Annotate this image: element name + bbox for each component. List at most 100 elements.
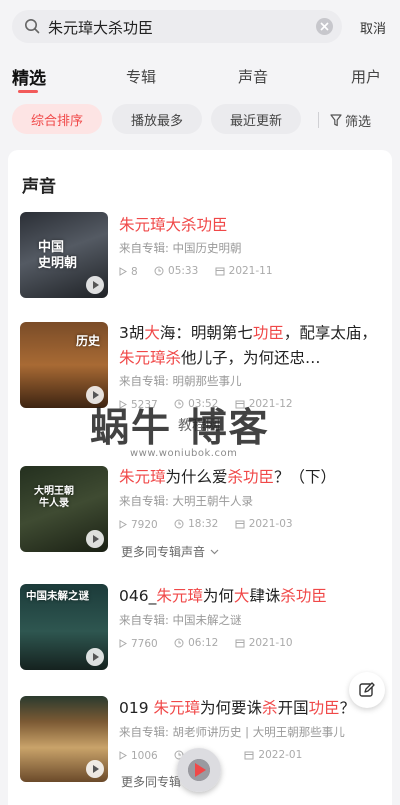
cover-text: 中国 史明朝 <box>38 240 78 271</box>
release-date: 2021-10 <box>235 637 293 649</box>
result-tabs: 精选 专辑 声音 用户 <box>0 56 400 96</box>
cover-text: 历史 <box>76 334 101 348</box>
cover-image: 中国未解之谜 <box>20 584 108 670</box>
cover-image: 中国 史明朝 <box>20 212 108 298</box>
title-highlight: 杀 <box>262 699 278 717</box>
clock-icon <box>174 399 184 409</box>
tab-albums[interactable]: 专辑 <box>126 66 156 87</box>
duration: 03:52 <box>174 398 218 410</box>
list-item[interactable]: 中国未解之谜 046_朱元璋为何大肆诛杀功臣 来自专辑: 中国未解之谜 7760… <box>8 584 392 674</box>
track-stats: 5237 03:52 2021-12 <box>119 398 306 412</box>
title-text: 046_ <box>119 587 157 605</box>
play-count: 7920 <box>119 519 158 531</box>
title-text: 他儿子，为何还忠… <box>181 349 321 367</box>
duration: 05:33 <box>154 265 198 277</box>
list-item[interactable]: 中国 史明朝 朱元璋大杀功臣 来自专辑: 中国历史明朝 8 05:33 2021… <box>8 212 392 304</box>
calendar-icon <box>215 267 225 276</box>
title-text: 为什么爱 <box>165 468 228 486</box>
list-item[interactable]: 历史 3胡大海：明朝第七功臣，配享太庙， 朱元璋杀他儿子，为何还忠… 来自专辑: … <box>8 322 392 420</box>
player-icon[interactable] <box>177 748 221 792</box>
title-highlight: 功臣 <box>308 699 340 717</box>
clear-icon[interactable] <box>316 18 333 35</box>
play-icon[interactable] <box>86 386 104 404</box>
cover-text: 中国未解之谜 <box>26 590 89 602</box>
clock-icon <box>154 266 164 276</box>
play-count: 7760 <box>119 638 158 650</box>
more-from-album-link[interactable]: 更多同专辑 <box>121 773 181 790</box>
album-source: 来自专辑: 大明王朝牛人录 <box>119 494 254 508</box>
release-date: 2022-01 <box>244 749 302 761</box>
album-source: 来自专辑: 中国历史明朝 <box>119 241 242 255</box>
play-count: 1006 <box>119 750 158 762</box>
play-count: 8 <box>119 266 138 278</box>
clock-icon <box>174 638 184 648</box>
play-icon[interactable] <box>86 530 104 548</box>
search-input[interactable]: 朱元璋大杀功臣 <box>12 10 342 43</box>
title-text: ，配享太庙， <box>283 324 377 342</box>
tab-sounds[interactable]: 声音 <box>238 66 268 87</box>
album-source: 来自专辑: 明朝那些事儿 <box>119 374 242 388</box>
track-title: 019 朱元璋为何要诛杀开国功臣？ <box>119 696 381 721</box>
cover-image <box>20 696 108 782</box>
title-text: 为何 <box>202 587 234 605</box>
title-highlight: 朱元璋 <box>119 349 166 367</box>
chevron-down-icon <box>210 549 219 554</box>
list-item[interactable]: 大明王朝 牛人录 朱元璋为什么爱杀功臣？（下） 来自专辑: 大明王朝牛人录 79… <box>8 466 392 586</box>
title-text: 海：明朝第七 <box>159 324 253 342</box>
search-bar: 朱元璋大杀功臣 取消 <box>0 0 400 54</box>
play-icon[interactable] <box>86 276 104 294</box>
play-count-icon <box>119 639 127 648</box>
search-query: 朱元璋大杀功臣 <box>48 19 154 37</box>
clock-icon <box>174 519 184 529</box>
filter-icon <box>330 114 342 127</box>
title-highlight: 朱元璋 <box>153 699 201 717</box>
title-highlight: 大 <box>144 324 160 342</box>
track-title: 3胡大海：明朝第七功臣，配享太庙， 朱元璋杀他儿子，为何还忠… <box>119 321 381 371</box>
duration: 06:12 <box>174 637 218 649</box>
cover-image: 历史 <box>20 322 108 408</box>
calendar-icon <box>235 520 245 529</box>
section-title: 声音 <box>22 177 56 197</box>
title-highlight: 朱元璋 <box>156 587 203 605</box>
calendar-icon <box>244 751 254 760</box>
cover-text: 大明王朝 牛人录 <box>34 486 74 509</box>
title-highlight: 大 <box>233 587 250 605</box>
sort-chip-latest[interactable]: 最近更新 <box>211 104 301 134</box>
tab-users[interactable]: 用户 <box>351 66 381 87</box>
divider <box>318 112 319 128</box>
title-highlight: 朱元璋 <box>119 468 166 486</box>
track-stats: 8 05:33 2021-11 <box>119 265 286 279</box>
title-text: 开国 <box>277 699 309 717</box>
filter-button[interactable]: 筛选 <box>330 111 371 130</box>
title-highlight: 杀 <box>165 349 182 367</box>
play-count-icon <box>119 400 127 409</box>
play-count-icon <box>119 520 127 529</box>
filter-label: 筛选 <box>345 115 372 130</box>
cover-image: 大明王朝 牛人录 <box>20 466 108 552</box>
title-text: 3胡 <box>119 324 145 342</box>
title-highlight: 杀功臣 <box>280 587 327 605</box>
play-count-icon <box>119 751 127 760</box>
release-date: 2021-12 <box>235 398 293 410</box>
sort-chip-most-played[interactable]: 播放最多 <box>112 104 202 134</box>
title-text: 为何要诛 <box>200 699 263 717</box>
play-icon[interactable] <box>86 648 104 666</box>
album-source: 来自专辑: 胡老师讲历史 | 大明王朝那些事儿 <box>119 725 345 739</box>
release-date: 2021-11 <box>215 265 273 277</box>
title-text: 肆诛 <box>249 587 281 605</box>
duration: 18:32 <box>174 518 218 530</box>
title-highlight: 朱元璋大杀功臣 <box>119 216 228 234</box>
more-from-album-link[interactable]: 更多同专辑声音 <box>121 543 219 560</box>
edit-button[interactable] <box>349 672 385 708</box>
title-text: 019 <box>119 699 154 717</box>
tab-active-indicator <box>18 90 38 93</box>
play-icon[interactable] <box>86 760 104 778</box>
play-count-icon <box>119 267 127 276</box>
sort-chip-comprehensive[interactable]: 综合排序 <box>12 104 102 134</box>
album-source: 来自专辑: 中国未解之谜 <box>119 613 242 627</box>
release-date: 2021-03 <box>235 518 293 530</box>
tab-featured[interactable]: 精选 <box>12 64 46 89</box>
track-title: 朱元璋大杀功臣 <box>119 213 381 238</box>
track-title: 046_朱元璋为何大肆诛杀功臣 <box>119 584 381 609</box>
cancel-button[interactable]: 取消 <box>360 18 386 37</box>
